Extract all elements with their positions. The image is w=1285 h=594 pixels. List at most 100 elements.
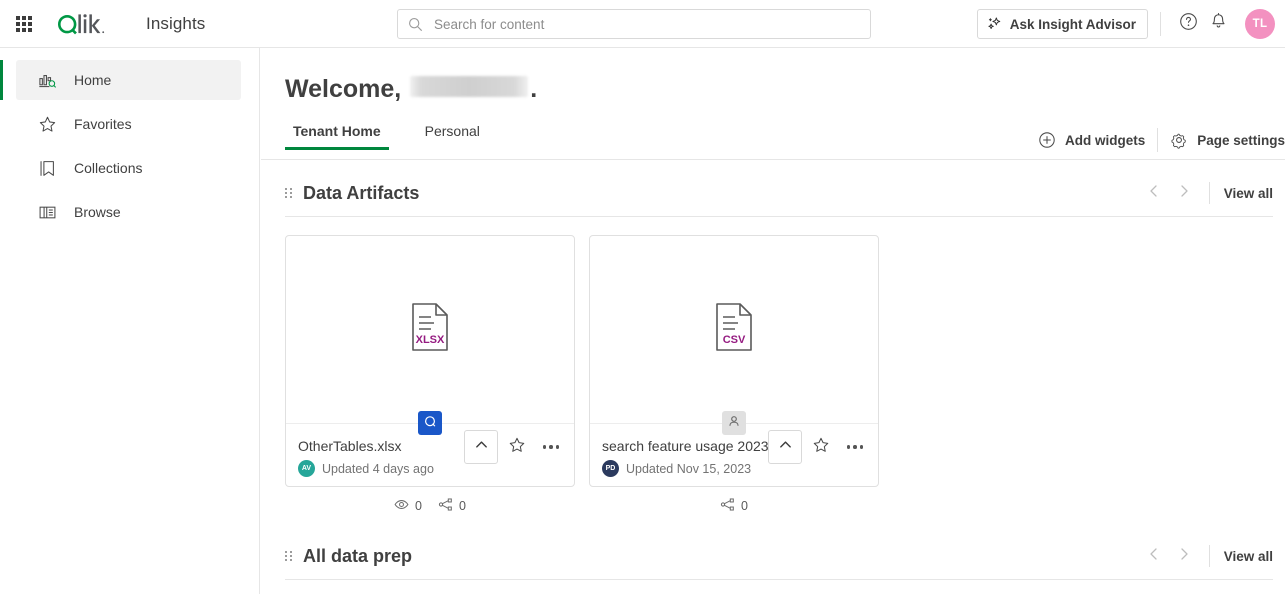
card-thumbnail: XLSX [286, 236, 574, 435]
star-icon [36, 115, 58, 134]
owner-initials: AV [301, 465, 312, 472]
views-stat: 0 [394, 497, 422, 515]
brand[interactable]: Insights [58, 9, 205, 39]
view-all-link[interactable]: View all [1224, 549, 1273, 564]
sidebar-item-label: Favorites [74, 116, 132, 132]
tab-personal[interactable]: Personal [417, 123, 488, 150]
sidebar-item-label: Browse [74, 204, 121, 220]
carousel-next-button[interactable] [1169, 180, 1199, 206]
favorite-button[interactable] [806, 432, 836, 462]
chevron-right-icon [1177, 547, 1191, 566]
shares-stat: 0 [438, 497, 466, 515]
page-title: Welcome, . [285, 75, 1285, 104]
card-item[interactable]: XLSX OtherTables.xlsx AV Updated 4 days … [285, 235, 575, 487]
plus-circle-icon [1038, 131, 1056, 149]
svg-text:CSV: CSV [723, 334, 746, 346]
card-item[interactable]: CSV search feature usage 2023.csv PD Upd… [589, 235, 879, 487]
card-updated: Updated Nov 15, 2023 [626, 461, 752, 476]
star-icon [508, 436, 526, 459]
card-stats-row: 0 0 0 [285, 497, 1273, 515]
drag-dots-icon[interactable] [285, 551, 292, 561]
card-actions [464, 430, 566, 464]
search-input[interactable] [432, 15, 860, 33]
welcome-prefix: Welcome, [285, 75, 402, 103]
carousel-prev-button[interactable] [1139, 543, 1169, 569]
more-dots-icon [846, 445, 864, 449]
sidebar-item-label: Collections [74, 160, 143, 176]
favorite-button[interactable] [502, 432, 532, 462]
browse-columns-icon [36, 203, 58, 222]
card-list: XLSX OtherTables.xlsx AV Updated 4 days … [285, 235, 1273, 487]
page-settings-button[interactable]: Page settings [1170, 131, 1285, 149]
card-thumbnail: CSV [590, 236, 878, 435]
collapse-button[interactable] [464, 430, 498, 464]
search-box[interactable] [397, 9, 871, 39]
owner-avatar: PD [602, 460, 619, 477]
redacted-username [410, 76, 529, 97]
section-data-artifacts: Data Artifacts View all XLSX OtherTables… [285, 180, 1273, 515]
page-settings-label: Page settings [1197, 132, 1285, 148]
top-bar-actions: Ask Insight Advisor TL [976, 0, 1275, 48]
owner-avatar: AV [298, 460, 315, 477]
chevron-left-icon [1147, 547, 1161, 566]
ask-insight-advisor-button[interactable]: Ask Insight Advisor [976, 9, 1148, 39]
csv-file-icon: CSV [713, 302, 755, 357]
section-header: Data Artifacts View all [285, 180, 1273, 217]
card-body: search feature usage 2023.csv PD Updated… [590, 424, 878, 486]
view-all-link[interactable]: View all [1224, 186, 1273, 201]
shares-count: 0 [459, 499, 466, 513]
card-updated: Updated 4 days ago [322, 461, 434, 476]
search-icon [408, 17, 423, 32]
carousel-prev-button[interactable] [1139, 180, 1169, 206]
tab-label: Personal [424, 123, 480, 139]
sidebar-item-collections[interactable]: Collections [16, 148, 241, 188]
collapse-button[interactable] [768, 430, 802, 464]
chevron-up-icon [474, 437, 489, 457]
sidebar-item-favorites[interactable]: Favorites [16, 104, 241, 144]
search-container [397, 9, 871, 39]
eye-icon [394, 497, 409, 515]
page-actions: Add widgets Page settings [1038, 128, 1285, 152]
tab-underline [261, 159, 1285, 160]
tab-bar: Tenant Home Personal Add widgets Page se… [261, 123, 1285, 160]
chevron-right-icon [1177, 184, 1191, 203]
welcome-suffix: . [530, 75, 538, 103]
shares-count: 0 [741, 499, 748, 513]
drag-dots-icon[interactable] [285, 188, 292, 198]
section-header: All data prep View all [285, 543, 1273, 580]
sidebar-item-label: Home [74, 72, 112, 88]
ask-insight-advisor-label: Ask Insight Advisor [1009, 16, 1136, 32]
add-widgets-button[interactable]: Add widgets [1038, 131, 1145, 149]
divider [1208, 182, 1210, 204]
more-options-button[interactable] [840, 432, 870, 462]
top-bar: Insights Ask Insight Advisor [0, 0, 1285, 48]
sidebar: Home Favorites Collections Browse [0, 48, 260, 594]
more-options-button[interactable] [536, 432, 566, 462]
notifications-button[interactable] [1203, 9, 1233, 39]
qlik-logo-icon [58, 9, 130, 39]
sidebar-item-browse[interactable]: Browse [16, 192, 241, 232]
tab-tenant-home[interactable]: Tenant Home [285, 123, 389, 150]
shares-stat: 0 [720, 497, 748, 515]
help-button[interactable] [1173, 9, 1203, 39]
svg-text:XLSX: XLSX [416, 334, 445, 346]
views-count: 0 [415, 499, 422, 513]
card-stats: 0 [589, 497, 879, 515]
help-circle-icon [1179, 12, 1198, 36]
section-title: Data Artifacts [303, 182, 420, 203]
main-content: Welcome, . Tenant Home Personal Add widg… [261, 48, 1285, 594]
divider [1208, 545, 1210, 567]
waffle-grid-icon [16, 15, 32, 32]
card-body: OtherTables.xlsx AV Updated 4 days ago [286, 424, 574, 486]
app-launcher-button[interactable] [0, 0, 48, 48]
add-widgets-label: Add widgets [1064, 132, 1146, 148]
bookmark-icon [36, 159, 58, 178]
gear-icon [1170, 131, 1188, 149]
sidebar-item-home[interactable]: Home [0, 60, 241, 100]
sparkle-icon [987, 16, 1003, 32]
user-avatar[interactable]: TL [1245, 9, 1275, 39]
divider [1160, 12, 1161, 36]
carousel-next-button[interactable] [1169, 543, 1199, 569]
section-controls: View all [1139, 180, 1273, 206]
card-stats: 0 0 [285, 497, 575, 515]
